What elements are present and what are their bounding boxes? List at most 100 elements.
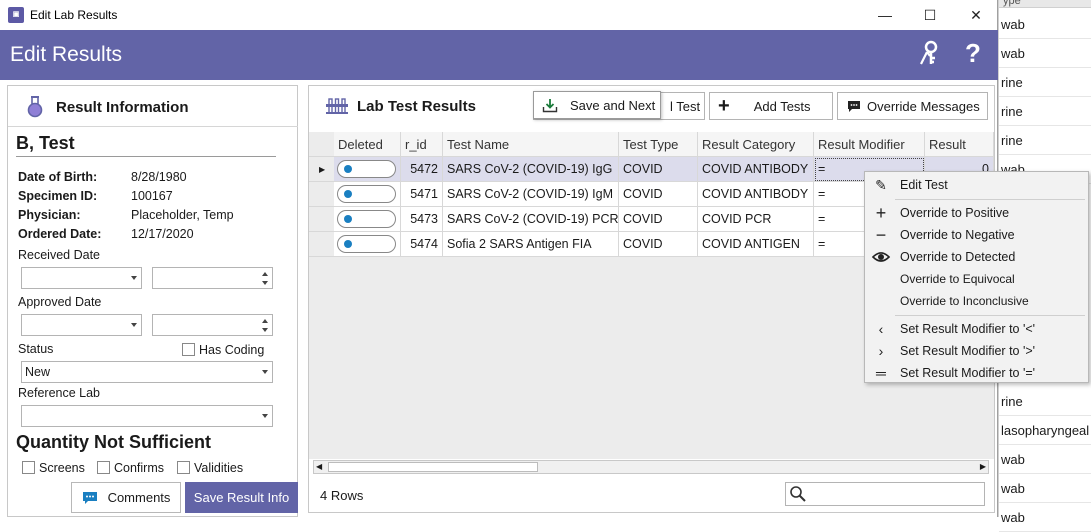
app-icon: ▣ — [8, 7, 24, 23]
comments-button[interactable]: Comments — [71, 482, 181, 513]
menu-item-set-equals[interactable]: ═ Set Result Modifier to '=' — [865, 362, 1088, 384]
approved-time-spinner[interactable] — [152, 314, 273, 336]
deleted-toggle[interactable] — [337, 160, 396, 178]
background-row: rine — [999, 126, 1091, 155]
background-row: rine — [999, 97, 1091, 126]
column-header-test-type[interactable]: Test Type — [619, 132, 698, 157]
received-date-label: Received Date — [18, 248, 100, 262]
test-name-cell[interactable]: SARS CoV-2 (COVID-19) IgG — [443, 157, 619, 182]
menu-item-set-greater-than[interactable]: › Set Result Modifier to '>' — [865, 340, 1088, 362]
deleted-toggle[interactable] — [337, 185, 396, 203]
menu-item-edit-test[interactable]: ✎ Edit Test — [865, 174, 1088, 196]
keys-icon[interactable] — [918, 40, 944, 68]
menu-item-override-negative[interactable]: − Override to Negative — [865, 224, 1088, 246]
field-value: 8/28/1980 — [131, 170, 187, 184]
checkbox-box[interactable] — [182, 343, 195, 356]
column-header-test-name[interactable]: Test Name — [443, 132, 619, 157]
test-name-cell[interactable]: SARS CoV-2 (COVID-19) PCR — [443, 207, 619, 232]
rid-cell[interactable]: 5471 — [401, 182, 443, 207]
received-date-picker[interactable] — [21, 267, 142, 289]
column-header-deleted[interactable]: Deleted — [334, 132, 401, 157]
reference-lab-label: Reference Lab — [18, 386, 101, 400]
menu-item-label: Override to Inconclusive — [900, 294, 1029, 308]
background-row: rine — [999, 387, 1091, 416]
result-category-cell[interactable]: COVID ANTIBODY — [698, 182, 814, 207]
menu-item-label: Set Result Modifier to '>' — [900, 344, 1036, 358]
test-type-cell[interactable]: COVID — [619, 207, 698, 232]
spin-up-icon[interactable] — [262, 319, 268, 323]
eye-icon — [871, 252, 891, 262]
field-value: 12/17/2020 — [131, 227, 194, 241]
spin-down-icon[interactable] — [262, 281, 268, 285]
column-header-result[interactable]: Result — [925, 132, 994, 157]
test-name-cell[interactable]: SARS CoV-2 (COVID-19) IgM — [443, 182, 619, 207]
deleted-toggle-cell[interactable] — [334, 207, 401, 232]
divider — [16, 156, 276, 157]
rid-cell[interactable]: 5473 — [401, 207, 443, 232]
override-messages-button[interactable]: Override Messages — [837, 92, 988, 120]
help-icon[interactable]: ? — [965, 38, 981, 69]
checkbox-box[interactable] — [22, 461, 35, 474]
rid-cell[interactable]: 5472 — [401, 157, 443, 182]
checkbox-box[interactable] — [177, 461, 190, 474]
override-messages-label: Override Messages — [867, 98, 980, 114]
checkbox-box[interactable] — [97, 461, 110, 474]
menu-item-override-detected[interactable]: Override to Detected — [865, 246, 1088, 268]
field-label: Ordered Date: — [18, 227, 102, 241]
test-type-cell[interactable]: COVID — [619, 182, 698, 207]
rid-cell[interactable]: 5474 — [401, 232, 443, 257]
save-result-info-button[interactable]: Save Result Info — [185, 482, 298, 513]
close-button[interactable]: ✕ — [953, 0, 999, 30]
menu-item-override-positive[interactable]: + Override to Positive — [865, 202, 1088, 224]
edit-test-label: l Test — [670, 98, 701, 114]
reference-lab-select[interactable] — [21, 405, 273, 427]
row-indicator — [309, 182, 334, 207]
horizontal-scrollbar[interactable]: ◀ ▶ — [313, 460, 989, 474]
menu-item-set-less-than[interactable]: ‹ Set Result Modifier to '<' — [865, 318, 1088, 340]
minimize-button[interactable]: — — [862, 0, 908, 30]
scroll-thumb[interactable] — [328, 462, 538, 472]
specimen-row: Specimen ID: 100167 — [18, 189, 173, 203]
has-coding-checkbox[interactable]: Has Coding — [182, 343, 264, 357]
screens-checkbox[interactable]: Screens — [22, 461, 85, 475]
row-indicator — [309, 232, 334, 257]
menu-item-override-equivocal[interactable]: Override to Equivocal — [865, 268, 1088, 290]
deleted-toggle[interactable] — [337, 210, 396, 228]
save-and-next-button[interactable]: Save and Next — [533, 91, 661, 119]
result-information-panel: Result Information B, Test Date of Birth… — [7, 85, 298, 517]
scroll-right-icon[interactable]: ▶ — [980, 461, 986, 473]
menu-item-label: Override to Detected — [900, 250, 1016, 264]
validities-checkbox[interactable]: Validities — [177, 461, 243, 475]
field-value: Placeholder, Temp — [131, 208, 234, 222]
chevron-down-icon — [262, 414, 268, 418]
received-time-spinner[interactable] — [152, 267, 273, 289]
background-row: lasopharyngeal — [999, 416, 1091, 445]
spin-up-icon[interactable] — [262, 272, 268, 276]
status-select[interactable]: New — [21, 361, 273, 383]
test-type-cell[interactable]: COVID — [619, 232, 698, 257]
row-indicator-icon: ▶ — [309, 157, 334, 182]
scroll-left-icon[interactable]: ◀ — [316, 461, 322, 473]
test-type-cell[interactable]: COVID — [619, 157, 698, 182]
deleted-toggle-cell[interactable] — [334, 182, 401, 207]
approved-date-picker[interactable] — [21, 314, 142, 336]
spin-down-icon[interactable] — [262, 328, 268, 332]
maximize-button[interactable]: ☐ — [907, 0, 953, 30]
add-tests-button[interactable]: + Add Tests — [709, 92, 833, 120]
menu-item-label: Edit Test — [900, 178, 948, 192]
search-input[interactable] — [785, 482, 985, 506]
result-category-cell[interactable]: COVID ANTIGEN — [698, 232, 814, 257]
confirms-checkbox[interactable]: Confirms — [97, 461, 164, 475]
column-header-rid[interactable]: r_id — [401, 132, 443, 157]
patient-name: B, Test — [16, 133, 75, 153]
column-header-result-category[interactable]: Result Category — [698, 132, 814, 157]
result-category-cell[interactable]: COVID ANTIBODY — [698, 157, 814, 182]
test-name-cell[interactable]: Sofia 2 SARS Antigen FIA — [443, 232, 619, 257]
background-row: wab — [999, 445, 1091, 474]
result-category-cell[interactable]: COVID PCR — [698, 207, 814, 232]
deleted-toggle-cell[interactable] — [334, 157, 401, 182]
column-header-result-modifier[interactable]: Result Modifier — [814, 132, 925, 157]
menu-item-override-inconclusive[interactable]: Override to Inconclusive — [865, 290, 1088, 312]
deleted-toggle[interactable] — [337, 235, 396, 253]
deleted-toggle-cell[interactable] — [334, 232, 401, 257]
